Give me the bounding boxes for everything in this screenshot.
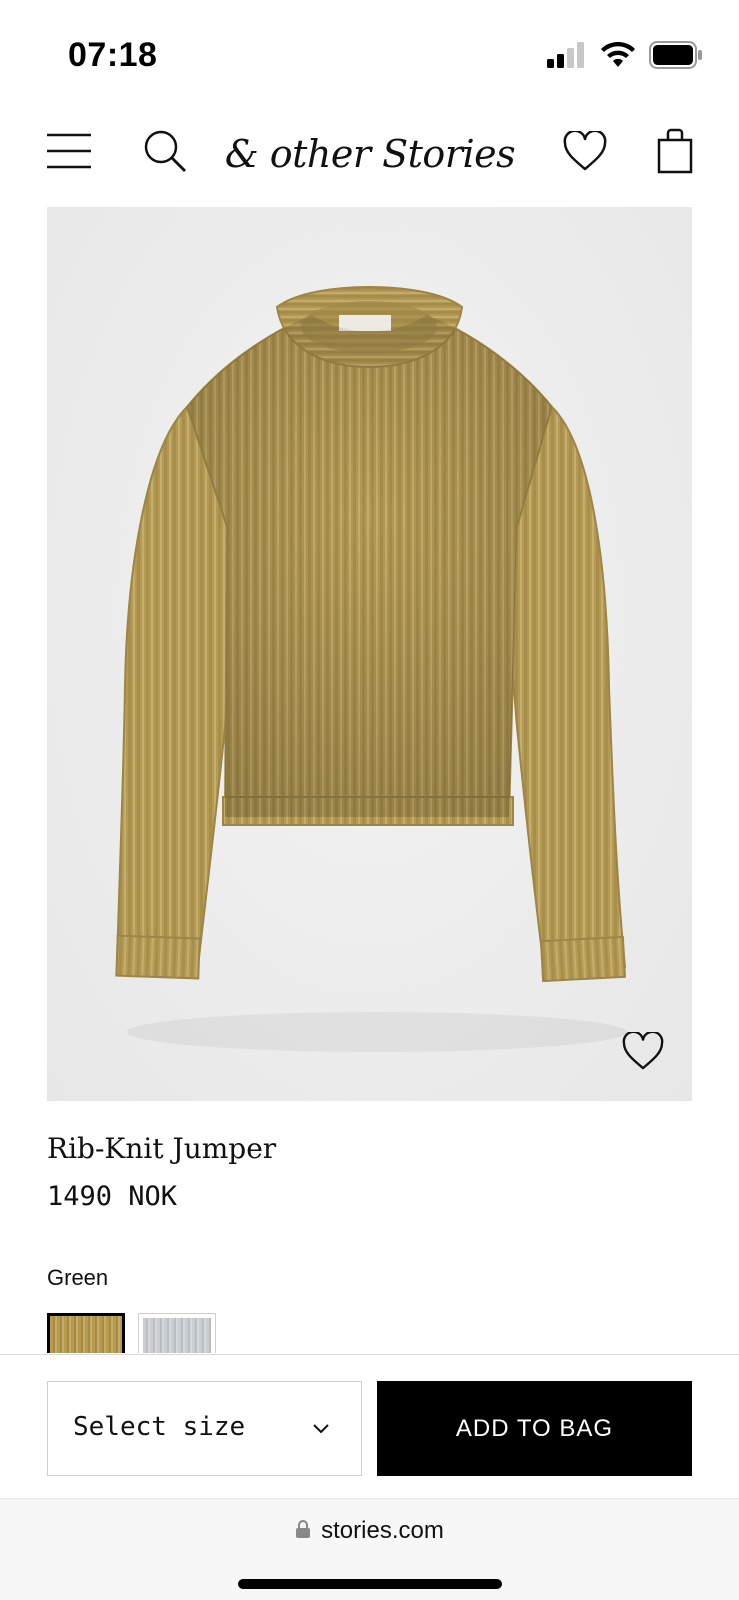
swatch-image: [50, 1316, 122, 1353]
action-bar: Select size ADD TO BAG: [0, 1354, 739, 1498]
wishlist-button[interactable]: [560, 118, 610, 188]
sweater-illustration: [115, 285, 627, 1052]
lock-icon: [295, 1519, 311, 1543]
search-icon: [142, 128, 188, 178]
search-button[interactable]: [140, 118, 190, 188]
menu-icon: [46, 132, 92, 174]
cellular-signal-icon: [547, 42, 587, 72]
color-swatch-grey[interactable]: [138, 1313, 216, 1353]
menu-button[interactable]: [44, 118, 94, 188]
status-icons: [547, 41, 703, 73]
brand-logo[interactable]: & other Stories: [225, 124, 516, 184]
status-time: 07:18: [68, 36, 158, 74]
shopping-bag-icon: [657, 128, 693, 178]
product-wishlist-button[interactable]: [620, 1030, 666, 1075]
shopping-bag-button[interactable]: [650, 118, 700, 188]
size-select-label: Select size: [73, 1412, 246, 1442]
product-title: Rib-Knit Jumper: [47, 1132, 277, 1165]
browser-url-bar: stories.com: [0, 1498, 739, 1600]
battery-icon: [649, 41, 703, 73]
heart-icon: [622, 1030, 664, 1074]
swatch-image: [143, 1318, 211, 1353]
brand-logo-text: & other Stories: [224, 132, 516, 176]
size-select[interactable]: Select size: [47, 1381, 362, 1476]
wifi-icon: [601, 41, 635, 72]
chevron-down-icon: [311, 1420, 331, 1434]
color-swatch-green[interactable]: [47, 1313, 125, 1353]
site-header: & other Stories: [0, 118, 739, 188]
heart-icon: [563, 129, 607, 175]
url-field[interactable]: stories.com: [0, 1517, 739, 1545]
product-image[interactable]: [47, 207, 692, 1101]
home-indicator[interactable]: [238, 1579, 502, 1589]
add-to-bag-button[interactable]: ADD TO BAG: [377, 1381, 692, 1476]
url-text: stories.com: [321, 1517, 444, 1544]
product-price: 1490 NOK: [47, 1181, 178, 1212]
color-label: Green: [47, 1265, 109, 1290]
